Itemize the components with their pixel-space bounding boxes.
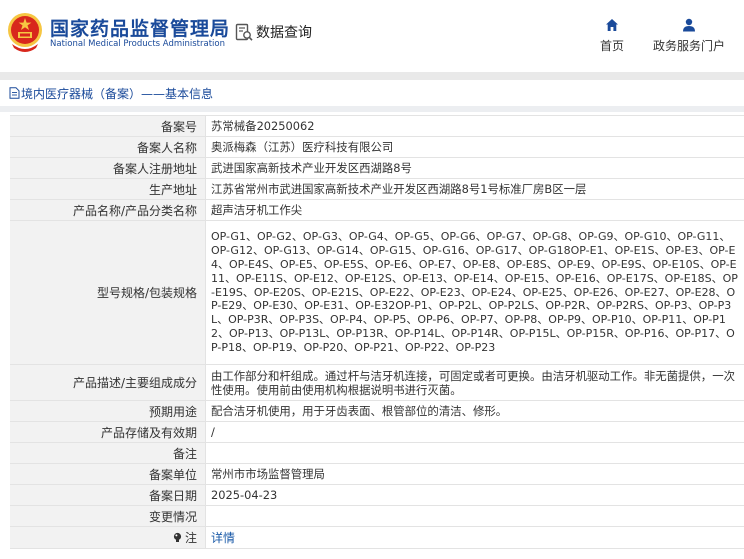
brand-name-cn[interactable]: 国家药品监督管理局 — [50, 14, 230, 41]
row-model-spec: 型号规格/包装规格 OP-G1、OP-G2、OP-G3、OP-G4、OP-G5、… — [10, 221, 744, 365]
value-filing-authority: 常州市市场监督管理局 — [211, 467, 325, 481]
document-icon — [9, 87, 20, 99]
label-production-address: 生产地址 — [10, 179, 206, 199]
details-link[interactable]: 详情 — [211, 531, 235, 545]
user-icon — [683, 18, 695, 32]
label-filer-address: 备案人注册地址 — [10, 158, 206, 178]
record-detail-table: 备案号 苏常械备20250062 备案人名称 奥派梅森（江苏）医疗科技有限公司 … — [10, 115, 744, 549]
label-filing-date: 备案日期 — [10, 485, 206, 505]
row-product-description: 产品描述/主要组成成分 由工作部分和杆组成。通过杆与洁牙机连接，可固定或者可更换… — [10, 365, 744, 401]
label-product-description: 产品描述/主要组成成分 — [10, 365, 206, 400]
value-filing-date: 2025-04-23 — [211, 488, 278, 502]
bulb-icon — [173, 532, 182, 542]
row-production-address: 生产地址 江苏省常州市武进国家高新技术产业开发区西湖路8号1号标准厂房B区一层 — [10, 179, 744, 200]
value-remarks — [206, 443, 744, 463]
value-production-address: 江苏省常州市武进国家高新技术产业开发区西湖路8号1号标准厂房B区一层 — [211, 182, 587, 196]
row-filing-authority: 备案单位 常州市市场监督管理局 — [10, 464, 744, 485]
value-product-description: 由工作部分和杆组成。通过杆与洁牙机连接，可固定或者可更换。由洁牙机驱动工作。非无… — [211, 368, 735, 397]
row-intended-use: 预期用途 配合洁牙机使用，用于牙齿表面、根管部位的清洁、修形。 — [10, 401, 744, 422]
nav-gov-portal[interactable]: 政务服务门户 — [648, 18, 730, 54]
row-changes: 变更情况 — [10, 506, 744, 527]
document-search-icon — [235, 23, 253, 41]
nav-home-label: 首页 — [599, 39, 624, 53]
label-remarks: 备注 — [10, 443, 206, 463]
nav-gov-label: 政务服务门户 — [652, 39, 725, 53]
label-note: 注 — [10, 527, 206, 548]
label-changes: 变更情况 — [10, 506, 206, 526]
row-filer-name: 备案人名称 奥派梅森（江苏）医疗科技有限公司 — [10, 137, 744, 158]
row-remarks: 备注 — [10, 443, 744, 464]
breadcrumb: 境内医疗器械（备案）——基本信息 — [0, 80, 744, 106]
label-storage-validity: 产品存储及有效期 — [10, 422, 206, 442]
value-product-name: 超声洁牙机工作尖 — [211, 203, 303, 217]
value-changes — [206, 506, 744, 526]
value-filer-name: 奥派梅森（江苏）医疗科技有限公司 — [211, 140, 394, 154]
data-query-link[interactable]: 数据查询 — [235, 22, 312, 42]
brand-name-en: National Medical Products Administration — [50, 39, 225, 49]
label-product-name: 产品名称/产品分类名称 — [10, 200, 206, 220]
breadcrumb-text[interactable]: 境内医疗器械（备案）——基本信息 — [21, 85, 213, 102]
label-filing-authority: 备案单位 — [10, 464, 206, 484]
note-label: 注 — [184, 531, 197, 545]
label-model-spec: 型号规格/包装规格 — [10, 221, 206, 364]
row-filing-number: 备案号 苏常械备20250062 — [10, 116, 744, 137]
home-icon — [606, 19, 618, 31]
value-note: 详情 — [206, 527, 744, 548]
row-note: 注 详情 — [10, 527, 744, 549]
row-filer-address: 备案人注册地址 武进国家高新技术产业开发区西湖路8号 — [10, 158, 744, 179]
row-storage-validity: 产品存储及有效期 / — [10, 422, 744, 443]
nav-home[interactable]: 首页 — [595, 18, 629, 54]
label-intended-use: 预期用途 — [10, 401, 206, 421]
label-filer-name: 备案人名称 — [10, 137, 206, 157]
national-emblem-icon[interactable] — [6, 10, 44, 52]
value-filer-address: 武进国家高新技术产业开发区西湖路8号 — [211, 161, 412, 175]
header-divider — [0, 72, 744, 80]
label-filing-number: 备案号 — [10, 116, 206, 136]
value-intended-use: 配合洁牙机使用，用于牙齿表面、根管部位的清洁、修形。 — [211, 404, 508, 418]
site-header: 国家药品监督管理局 National Medical Products Admi… — [0, 0, 744, 72]
breadcrumb-divider — [0, 106, 744, 112]
value-model-spec: OP-G1、OP-G2、OP-G3、OP-G4、OP-G5、OP-G6、OP-G… — [211, 229, 738, 355]
data-query-label: 数据查询 — [256, 25, 312, 41]
value-storage-validity: / — [211, 425, 215, 439]
row-filing-date: 备案日期 2025-04-23 — [10, 485, 744, 506]
row-product-name: 产品名称/产品分类名称 超声洁牙机工作尖 — [10, 200, 744, 221]
value-filing-number: 苏常械备20250062 — [211, 119, 315, 133]
